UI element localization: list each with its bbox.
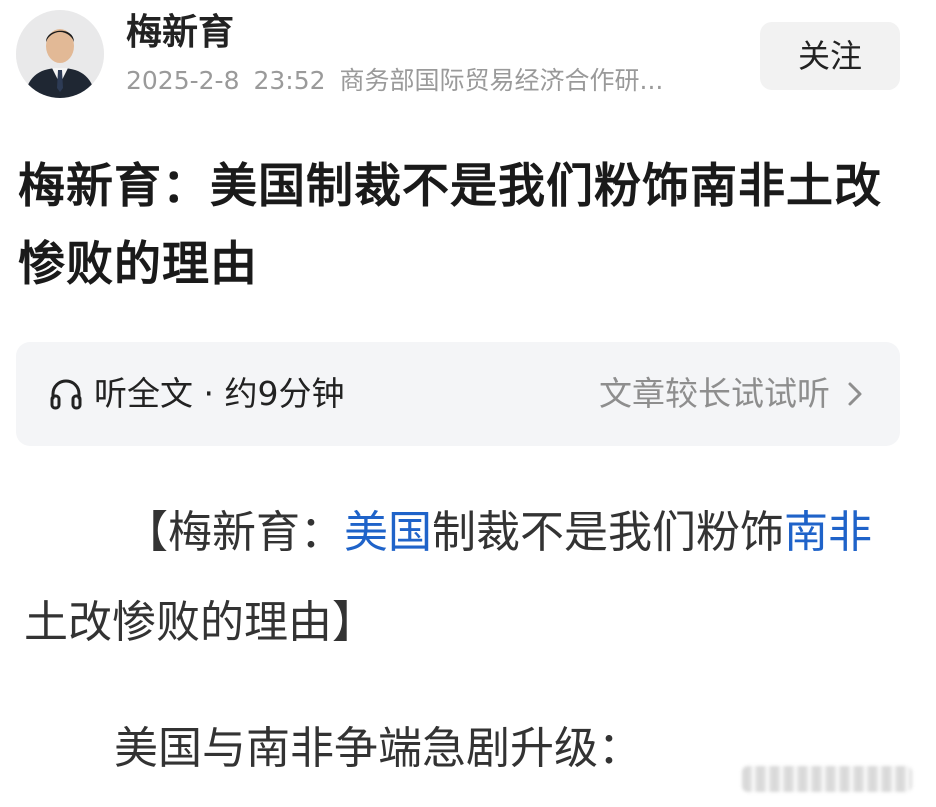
author-name[interactable]: 梅新育 <box>126 10 234 56</box>
listen-label: 听全文 · 约9分钟 <box>94 374 345 413</box>
paragraph-text: 【梅新育： <box>124 507 344 558</box>
chevron-right-icon <box>848 382 862 406</box>
post-time: 23:52 <box>253 66 326 95</box>
article-body: 【梅新育：美国制裁不是我们粉饰南非土改惨败的理由】 美国与南非争端急剧升级： <box>24 488 904 794</box>
follow-button[interactable]: 关注 <box>760 22 900 90</box>
post-meta: 2025-2-8 23:52 商务部国际贸易经济合作研... <box>126 64 663 98</box>
headphone-icon <box>50 379 82 410</box>
avatar-portrait <box>16 10 104 98</box>
avatar[interactable] <box>16 10 104 98</box>
author-header: 梅新育 2025-2-8 23:52 商务部国际贸易经济合作研... 关注 <box>0 0 936 110</box>
post-date: 2025-2-8 <box>126 66 240 95</box>
paragraph-text: 制裁不是我们粉饰 <box>432 507 784 558</box>
article-title: 梅新育：美国制裁不是我们粉饰南非土改惨败的理由 <box>18 159 882 292</box>
author-organization: 商务部国际贸易经济合作研... <box>339 66 664 95</box>
body-paragraph-1: 【梅新育：美国制裁不是我们粉饰南非土改惨败的理由】 <box>24 488 904 668</box>
blurred-watermark <box>742 766 912 792</box>
keyword-link-south-africa[interactable]: 南非 <box>784 507 872 558</box>
listen-full-article-bar[interactable]: 听全文 · 约9分钟 文章较长试试听 <box>16 342 900 446</box>
listen-hint: 文章较长试试听 <box>599 374 830 413</box>
keyword-link-usa[interactable]: 美国 <box>344 507 432 558</box>
paragraph-text: 土改惨败的理由】 <box>24 597 376 648</box>
